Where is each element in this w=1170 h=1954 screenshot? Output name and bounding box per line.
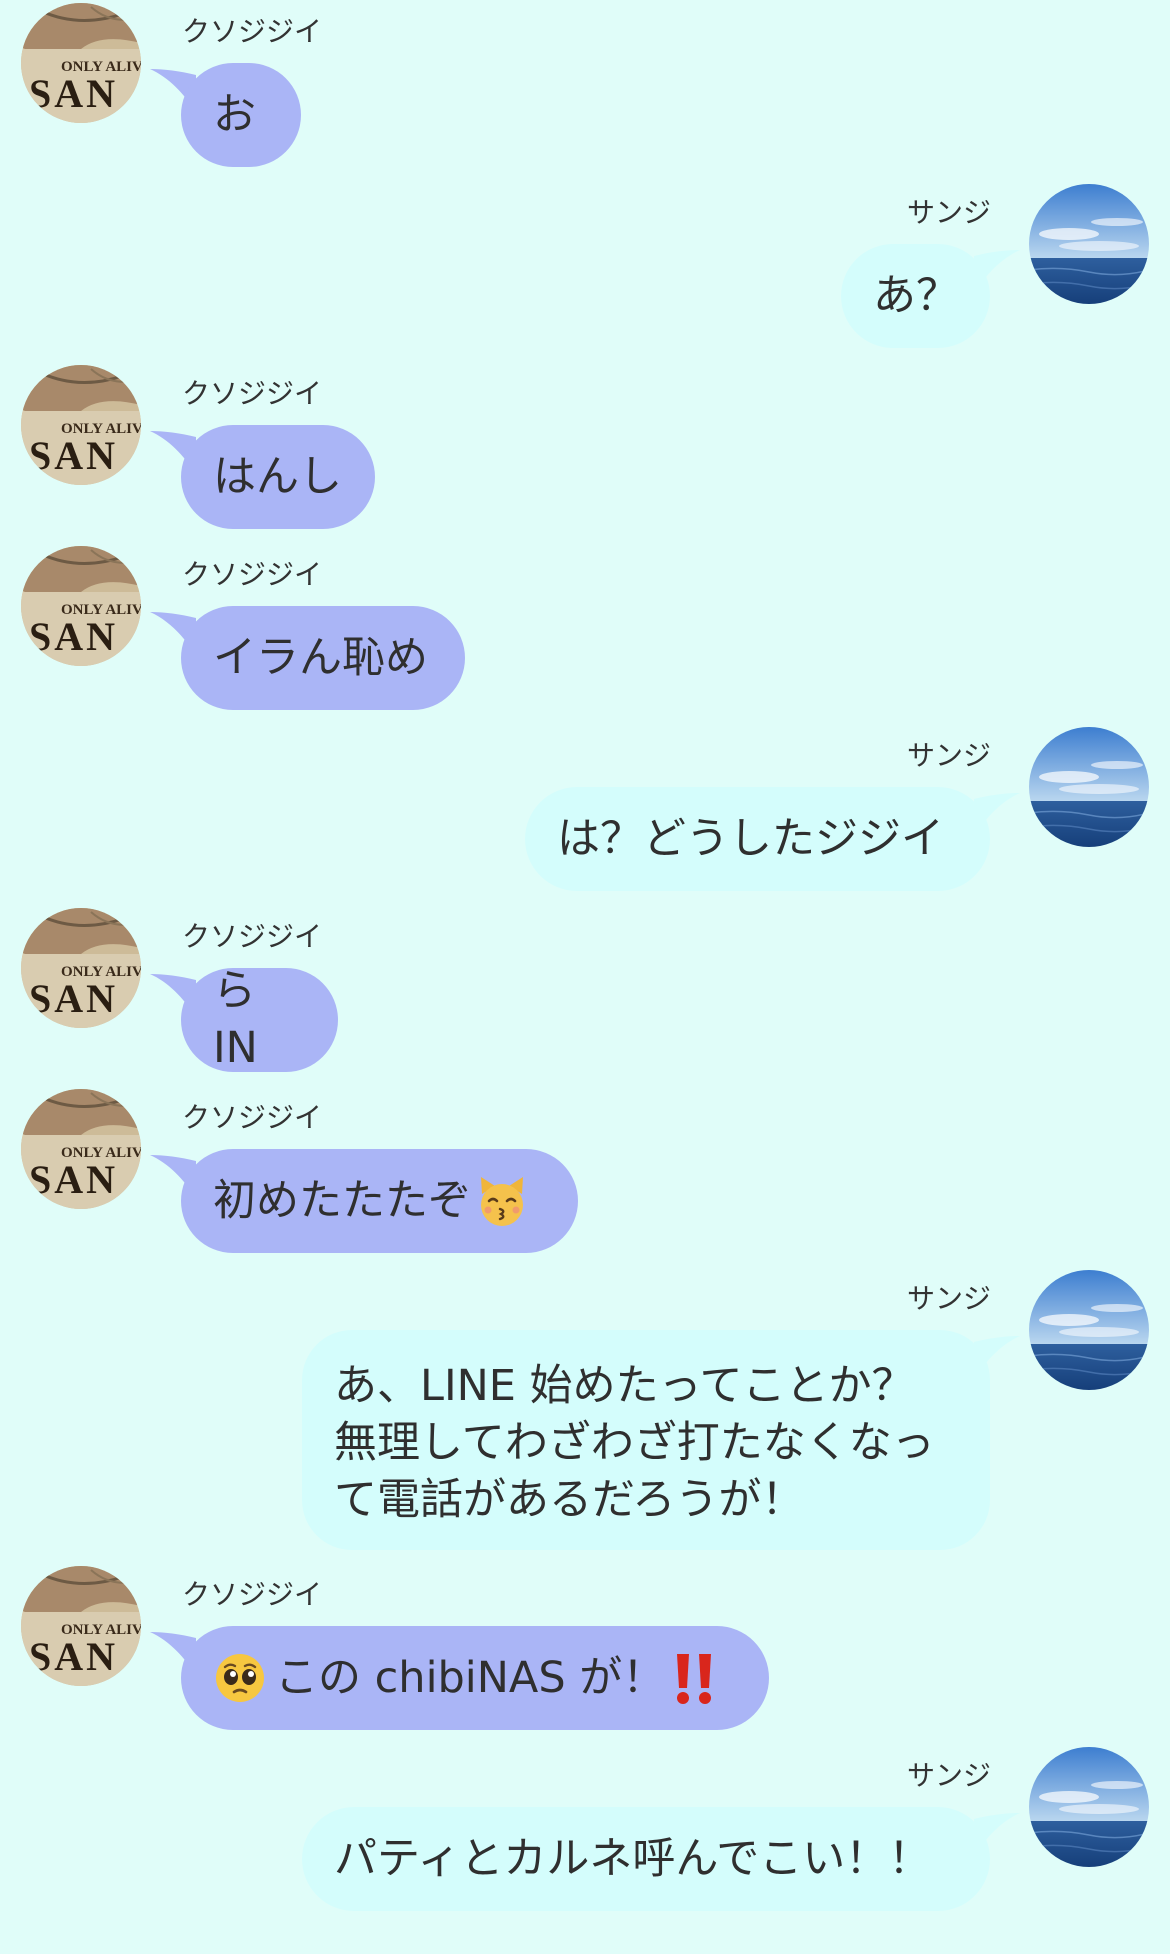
avatar-wanted-poster[interactable]: ONLY ALIV SAN (21, 1089, 141, 1209)
avatar-wanted-poster[interactable]: ONLY ALIV SAN (21, 1566, 141, 1686)
avatar-wanted-poster[interactable]: ONLY ALIV SAN (21, 365, 141, 485)
double-exclamation-emoji (677, 1654, 712, 1704)
ocean-image (1029, 1747, 1149, 1867)
svg-text:SAN: SAN (29, 1634, 118, 1679)
ocean-image (1029, 184, 1149, 304)
sender-name: クソジジイ (182, 1578, 323, 1611)
message-bubble[interactable]: あ？ (841, 244, 990, 348)
avatar-ocean[interactable] (1029, 727, 1149, 847)
message-bubble[interactable]: は？どうしたジジイ (525, 787, 990, 891)
sender-name: サンジ (906, 1759, 991, 1792)
svg-text:SAN: SAN (29, 976, 118, 1021)
ocean-image (1029, 727, 1149, 847)
wanted-poster-image: ONLY ALIV SAN (21, 546, 141, 666)
message-text: イラん恥め (213, 632, 428, 683)
sender-name: クソジジイ (182, 920, 323, 953)
message-text: パティとカルネ呼んでこい！！ (334, 1833, 932, 1884)
chat-transcript[interactable]: ONLY ALIV SAN クソジジイ お サンジ あ？ ONLY ALIV S… (0, 0, 1170, 1954)
sender-name: クソジジイ (182, 377, 323, 410)
wanted-poster-image: ONLY ALIV SAN (21, 3, 141, 123)
svg-text:SAN: SAN (29, 71, 118, 116)
message-text: あ？ (873, 270, 959, 321)
wanted-poster-image: ONLY ALIV SAN (21, 1566, 141, 1686)
message-bubble[interactable]: あ、LINE 始めたってことか？ 無理してわざわざ打たなくなっ て電話があるだろ… (302, 1330, 990, 1550)
wanted-poster-image: ONLY ALIV SAN (21, 1089, 141, 1209)
sender-name: クソジジイ (182, 558, 323, 591)
ocean-image (1029, 1270, 1149, 1390)
pleading-face-emoji (216, 1654, 264, 1702)
sender-name: クソジジイ (182, 15, 323, 48)
message-bubble[interactable]: パティとカルネ呼んでこい！！ (302, 1807, 990, 1911)
message-text: は？どうしたジジイ (557, 813, 944, 864)
svg-text:SAN: SAN (29, 614, 118, 659)
message-bubble[interactable]: この chibiNAS が！ (181, 1626, 769, 1730)
message-bubble[interactable]: ら IN (181, 966, 338, 1073)
avatar-wanted-poster[interactable]: ONLY ALIV SAN (21, 3, 141, 123)
message-bubble[interactable]: 初めたたたぞ (181, 1149, 578, 1253)
message-text: この chibiNAS が！ (275, 1652, 666, 1703)
avatar-ocean[interactable] (1029, 1270, 1149, 1390)
avatar-wanted-poster[interactable]: ONLY ALIV SAN (21, 546, 141, 666)
svg-text:SAN: SAN (29, 1157, 118, 1202)
avatar-ocean[interactable] (1029, 1747, 1149, 1867)
sender-name: サンジ (906, 196, 991, 229)
message-bubble[interactable]: イラん恥め (181, 606, 465, 710)
wanted-poster-image: ONLY ALIV SAN (21, 365, 141, 485)
avatar-wanted-poster[interactable]: ONLY ALIV SAN (21, 908, 141, 1028)
message-bubble[interactable]: お (181, 63, 301, 167)
kissing-cat-emoji (481, 1177, 523, 1226)
message-bubble[interactable]: はんし (181, 425, 375, 529)
message-text: はんし (213, 451, 342, 502)
wanted-poster-image: ONLY ALIV SAN (21, 908, 141, 1028)
sender-name: クソジジイ (182, 1101, 323, 1134)
message-text: ら IN (213, 966, 258, 1073)
sender-name: サンジ (906, 739, 991, 772)
sender-name: サンジ (906, 1282, 991, 1315)
message-text: お (213, 89, 256, 140)
svg-text:SAN: SAN (29, 433, 118, 478)
message-text: 初めたたたぞ (213, 1175, 471, 1226)
message-text: あ、LINE 始めたってことか？ 無理してわざわざ打たなくなっ て電話があるだろ… (334, 1361, 935, 1525)
avatar-ocean[interactable] (1029, 184, 1149, 304)
